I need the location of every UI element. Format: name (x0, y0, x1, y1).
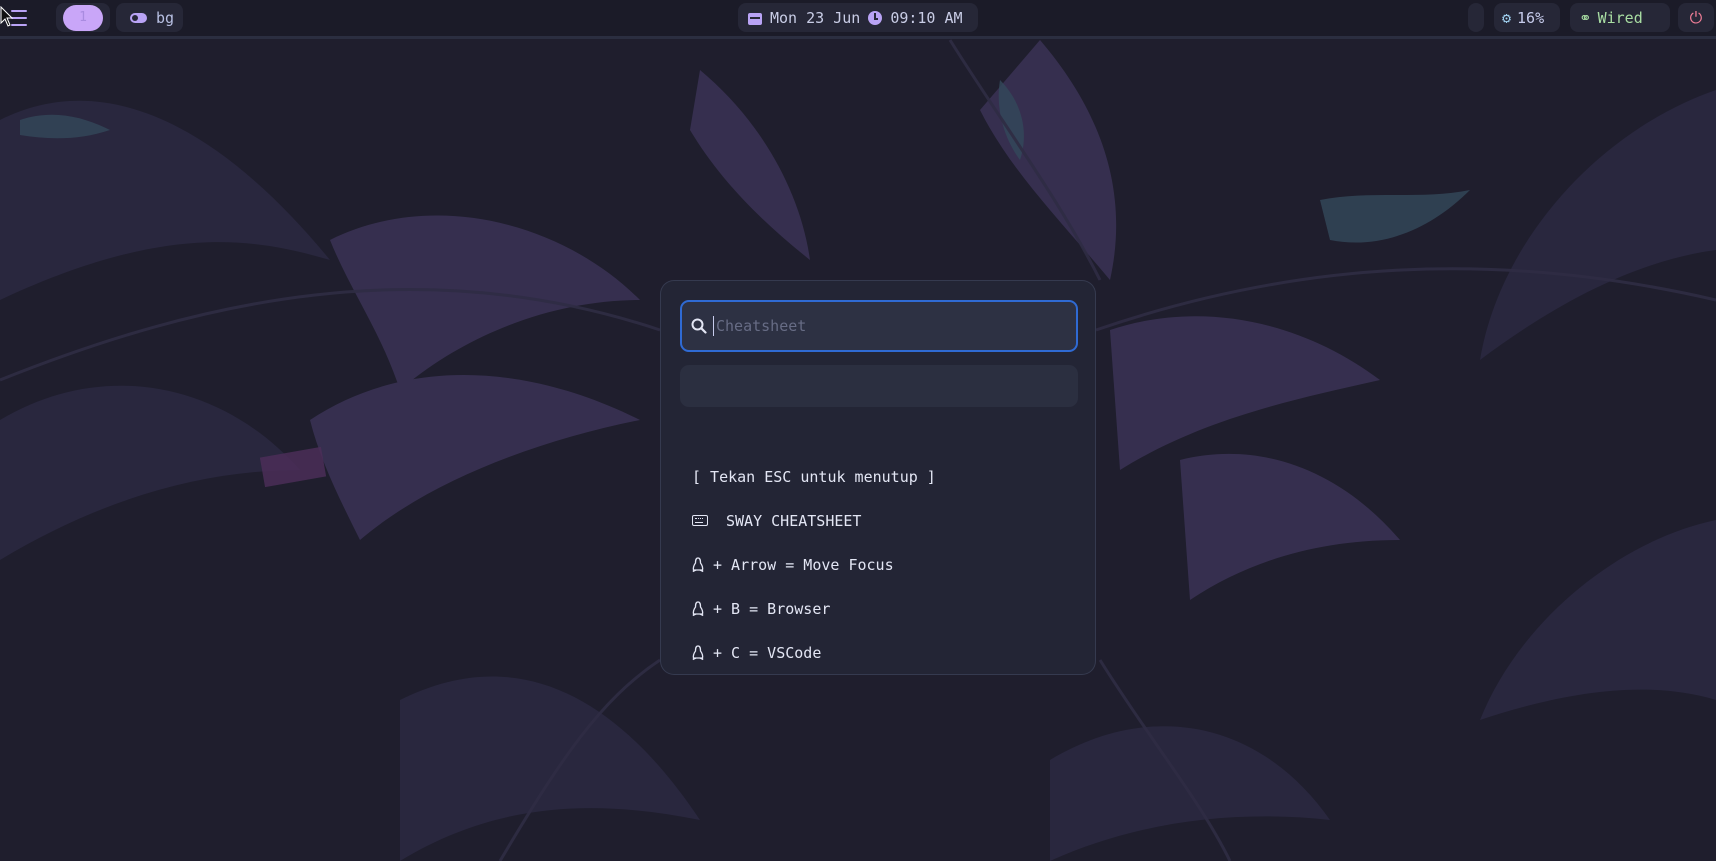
network-widget[interactable]: ⚭ Wired (1570, 3, 1670, 32)
cpu-usage-widget[interactable]: ⚙ 16% (1494, 3, 1560, 32)
list-item[interactable]: + B = Browser (692, 596, 1072, 640)
linux-tux-icon (692, 557, 704, 573)
keyboard-icon (692, 515, 708, 526)
selected-result-row[interactable] (680, 365, 1078, 407)
top-status-bar: 1 bg Mon 23 Jun 09:10 AM ⚙ 16% ⚭ Wired ⏻ (0, 0, 1716, 39)
list-item-text: + C = VSCode (713, 644, 822, 662)
time-text: 09:10 AM (890, 8, 963, 27)
power-button[interactable]: ⏻ (1678, 3, 1714, 32)
cpu-usage-value: 16% (1517, 8, 1545, 27)
clock-widget[interactable]: Mon 23 Jun 09:10 AM (738, 3, 978, 32)
list-item-text: + B = Browser (713, 600, 831, 618)
list-item-text: [ Tekan ESC untuk menutup ] (692, 468, 936, 486)
calendar-icon (748, 11, 762, 25)
cheatsheet-launcher: [ Tekan ESC untuk menutup ] SWAY CHEATSH… (660, 280, 1096, 675)
esc-hint[interactable]: [ Tekan ESC untuk menutup ] (692, 464, 1072, 508)
power-icon: ⏻ (1689, 7, 1703, 27)
cheatsheet-title[interactable]: SWAY CHEATSHEET (692, 508, 1072, 552)
mouse-pointer-icon (0, 6, 14, 27)
search-icon (691, 318, 707, 334)
linux-tux-icon (692, 645, 704, 661)
link-icon: ⚭ (1579, 8, 1592, 27)
cheatsheet-list: [ Tekan ESC untuk menutup ] SWAY CHEATSH… (692, 464, 1072, 684)
date-text: Mon 23 Jun (770, 8, 861, 27)
list-item[interactable]: + C = VSCode (692, 640, 1072, 684)
cpu-icon: ⚙ (1502, 8, 1512, 27)
list-item-text: + Arrow = Move Focus (713, 556, 894, 574)
bg-toggle-button[interactable]: bg (116, 3, 183, 32)
list-item[interactable]: + Arrow = Move Focus (692, 552, 1072, 596)
workspace-number: 1 (79, 10, 87, 25)
toggle-icon (130, 12, 147, 23)
workspace-indicator: 1 (56, 3, 110, 32)
linux-tux-icon (692, 601, 704, 617)
bg-label: bg (156, 8, 175, 27)
search-input[interactable] (714, 317, 1046, 335)
search-box[interactable] (680, 300, 1078, 352)
network-status: Wired (1597, 8, 1643, 27)
list-item-text: SWAY CHEATSHEET (726, 512, 862, 530)
system-tray[interactable] (1468, 3, 1484, 32)
workspace-1-button[interactable]: 1 (63, 4, 103, 31)
clock-icon (868, 10, 883, 25)
